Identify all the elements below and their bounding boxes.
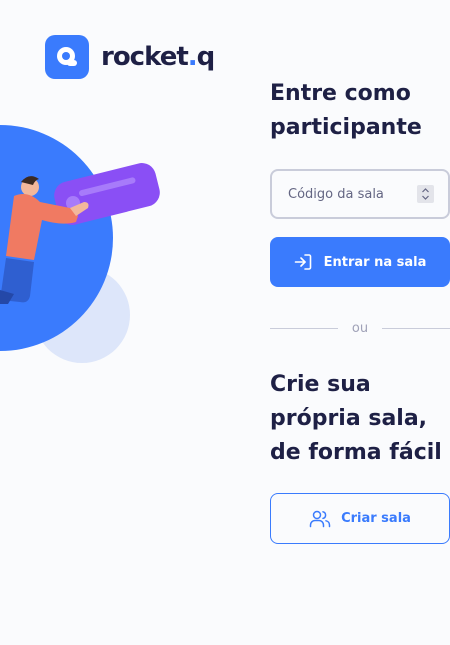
hero-illustration — [0, 120, 170, 370]
create-room-label: Criar sala — [341, 511, 411, 526]
logo-mark-icon — [45, 35, 89, 79]
join-room-label: Entrar na sala — [323, 254, 427, 270]
logo-wordmark: rocket.q — [101, 42, 215, 72]
divider-line-left — [270, 327, 338, 329]
or-divider: ou — [270, 318, 450, 338]
divider-line-right — [382, 327, 450, 329]
create-heading: Crie sua própria sala, de forma fácil — [270, 372, 442, 465]
room-code-input[interactable] — [288, 186, 417, 202]
divider-label: ou — [351, 320, 369, 336]
stepper-arrows-icon — [422, 188, 429, 200]
users-icon — [309, 510, 331, 527]
join-room-button[interactable]: Entrar na sala — [270, 237, 450, 287]
create-room-button[interactable]: Criar sala — [270, 493, 450, 544]
logo: rocket.q — [45, 35, 215, 79]
login-icon — [294, 254, 311, 270]
room-code-field[interactable] — [270, 169, 450, 219]
join-heading: Entre como participante — [270, 81, 422, 140]
number-stepper[interactable] — [417, 185, 434, 203]
